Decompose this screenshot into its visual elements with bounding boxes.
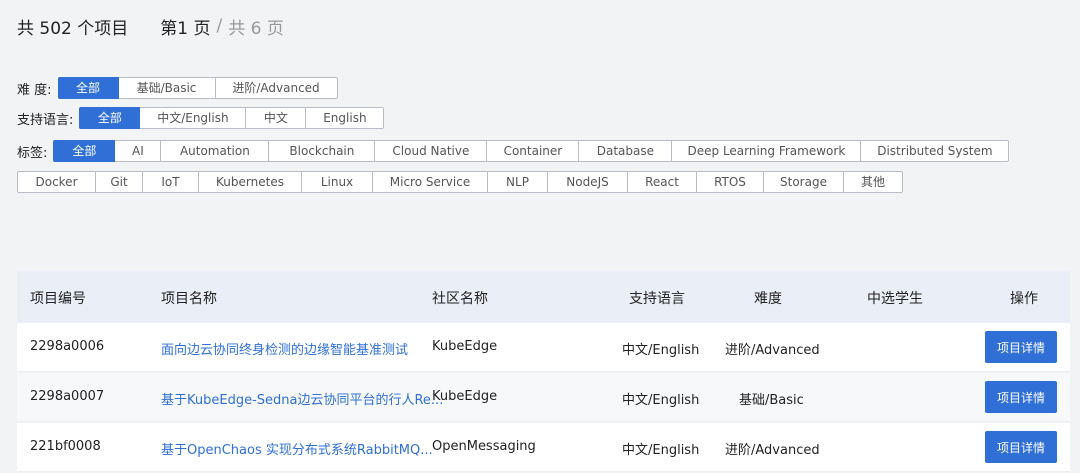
table-row: 221bf0008 基于OpenChaos 实现分布式系统RabbitMQ...…	[17, 423, 1070, 472]
community-name: KubeEdge	[432, 339, 498, 354]
tag-option-linux[interactable]: Linux	[302, 171, 373, 193]
project-language: 中文/English	[622, 393, 700, 408]
tag-filter: 标签: 全部 AI Automation Blockchain Cloud Na…	[17, 139, 1010, 163]
operation-cell: 项目详情	[985, 431, 1057, 463]
header-community: 社区名称	[432, 291, 488, 307]
tag-option-database[interactable]: Database	[579, 140, 673, 162]
tag-option-git[interactable]: Git	[96, 171, 143, 193]
header-student: 中选学生	[867, 291, 923, 307]
tag-options-row2: Docker Git IoT Kubernetes Linux Micro Se…	[17, 171, 903, 193]
project-id: 2298a0006	[30, 339, 105, 354]
tag-option-deep-learning-framework[interactable]: Deep Learning Framework	[672, 140, 862, 162]
language-option-en[interactable]: English	[306, 107, 385, 129]
header-id: 项目编号	[30, 291, 86, 307]
tag-option-micro-service[interactable]: Micro Service	[373, 171, 488, 193]
project-detail-button[interactable]: 项目详情	[985, 431, 1057, 463]
total-pages: 共 6 页	[228, 18, 284, 39]
operation-cell: 项目详情	[985, 331, 1057, 363]
operation-cell: 项目详情	[985, 381, 1057, 413]
header-operation: 操作	[1010, 291, 1038, 307]
tag-option-distributed-system[interactable]: Distributed System	[861, 140, 1010, 162]
project-name-link[interactable]: 面向边云协同终身检测的边缘智能基准测试	[161, 339, 408, 358]
header-name: 项目名称	[161, 291, 217, 307]
tag-option-nlp[interactable]: NLP	[488, 171, 548, 193]
tag-option-ai[interactable]: AI	[115, 140, 162, 162]
project-id: 2298a0007	[30, 389, 105, 404]
page-separator: /	[216, 16, 223, 36]
project-language: 中文/English	[622, 443, 700, 458]
tag-option-kubernetes[interactable]: Kubernetes	[199, 171, 302, 193]
tag-option-cloud-native[interactable]: Cloud Native	[375, 140, 488, 162]
difficulty-filter: 难 度: 全部 基础/Basic 进阶/Advanced	[17, 76, 338, 100]
total-count: 共 502 个项目	[17, 18, 129, 39]
difficulty-option-advanced[interactable]: 进阶/Advanced	[215, 77, 338, 99]
difficulty-options: 全部 基础/Basic 进阶/Advanced	[57, 77, 338, 99]
project-detail-button[interactable]: 项目详情	[985, 331, 1057, 363]
project-name-link[interactable]: 基于OpenChaos 实现分布式系统RabbitMQ...	[161, 439, 433, 458]
project-difficulty: 进阶/Advanced	[725, 343, 820, 358]
tag-option-rtos[interactable]: RTOS	[697, 171, 764, 193]
language-option-zh[interactable]: 中文	[246, 107, 307, 129]
tag-option-nodejs[interactable]: NodeJS	[548, 171, 628, 193]
language-filter: 支持语言: 全部 中文/English 中文 English	[17, 106, 385, 130]
project-difficulty: 进阶/Advanced	[725, 443, 820, 458]
difficulty-option-basic[interactable]: 基础/Basic	[118, 77, 216, 99]
language-option-zh-en[interactable]: 中文/English	[140, 107, 247, 129]
tag-option-docker[interactable]: Docker	[17, 171, 96, 193]
header-language: 支持语言	[629, 291, 685, 307]
tag-option-react[interactable]: React	[628, 171, 697, 193]
tag-option-other[interactable]: 其他	[844, 171, 903, 193]
tag-option-all[interactable]: 全部	[53, 140, 116, 162]
difficulty-filter-label: 难 度:	[17, 82, 52, 98]
project-difficulty: 基础/Basic	[739, 393, 804, 408]
project-table: 项目编号 项目名称 社区名称 支持语言 难度 中选学生 操作 2298a0006…	[17, 271, 1070, 473]
tag-filter-label: 标签:	[17, 145, 48, 161]
table-header: 项目编号 项目名称 社区名称 支持语言 难度 中选学生 操作	[17, 271, 1070, 323]
project-language: 中文/English	[622, 343, 700, 358]
project-id: 221bf0008	[30, 439, 101, 454]
language-filter-label: 支持语言:	[17, 112, 74, 128]
tag-option-automation[interactable]: Automation	[161, 140, 270, 162]
table-row: 2298a0007 基于KubeEdge-Sedna边云协同平台的行人Re...…	[17, 373, 1070, 422]
project-summary: 共 502 个项目 第1 页 / 共 6 页	[17, 13, 284, 39]
tag-filter-row2: Docker Git IoT Kubernetes Linux Micro Se…	[17, 170, 903, 194]
current-page: 第1 页	[160, 18, 211, 39]
header-difficulty: 难度	[754, 291, 782, 307]
project-name-link[interactable]: 基于KubeEdge-Sedna边云协同平台的行人Re...	[161, 389, 443, 408]
tag-option-container[interactable]: Container	[487, 140, 580, 162]
tag-options-row1: 全部 AI Automation Blockchain Cloud Native…	[53, 140, 1010, 162]
tag-option-iot[interactable]: IoT	[143, 171, 199, 193]
community-name: OpenMessaging	[432, 439, 536, 454]
table-row: 2298a0006 面向边云协同终身检测的边缘智能基准测试 KubeEdge 中…	[17, 323, 1070, 372]
project-detail-button[interactable]: 项目详情	[985, 381, 1057, 413]
difficulty-option-all[interactable]: 全部	[57, 77, 119, 99]
tag-option-blockchain[interactable]: Blockchain	[269, 140, 376, 162]
language-option-all[interactable]: 全部	[79, 107, 141, 129]
community-name: KubeEdge	[432, 389, 498, 404]
language-options: 全部 中文/English 中文 English	[79, 107, 385, 129]
tag-option-storage[interactable]: Storage	[764, 171, 844, 193]
